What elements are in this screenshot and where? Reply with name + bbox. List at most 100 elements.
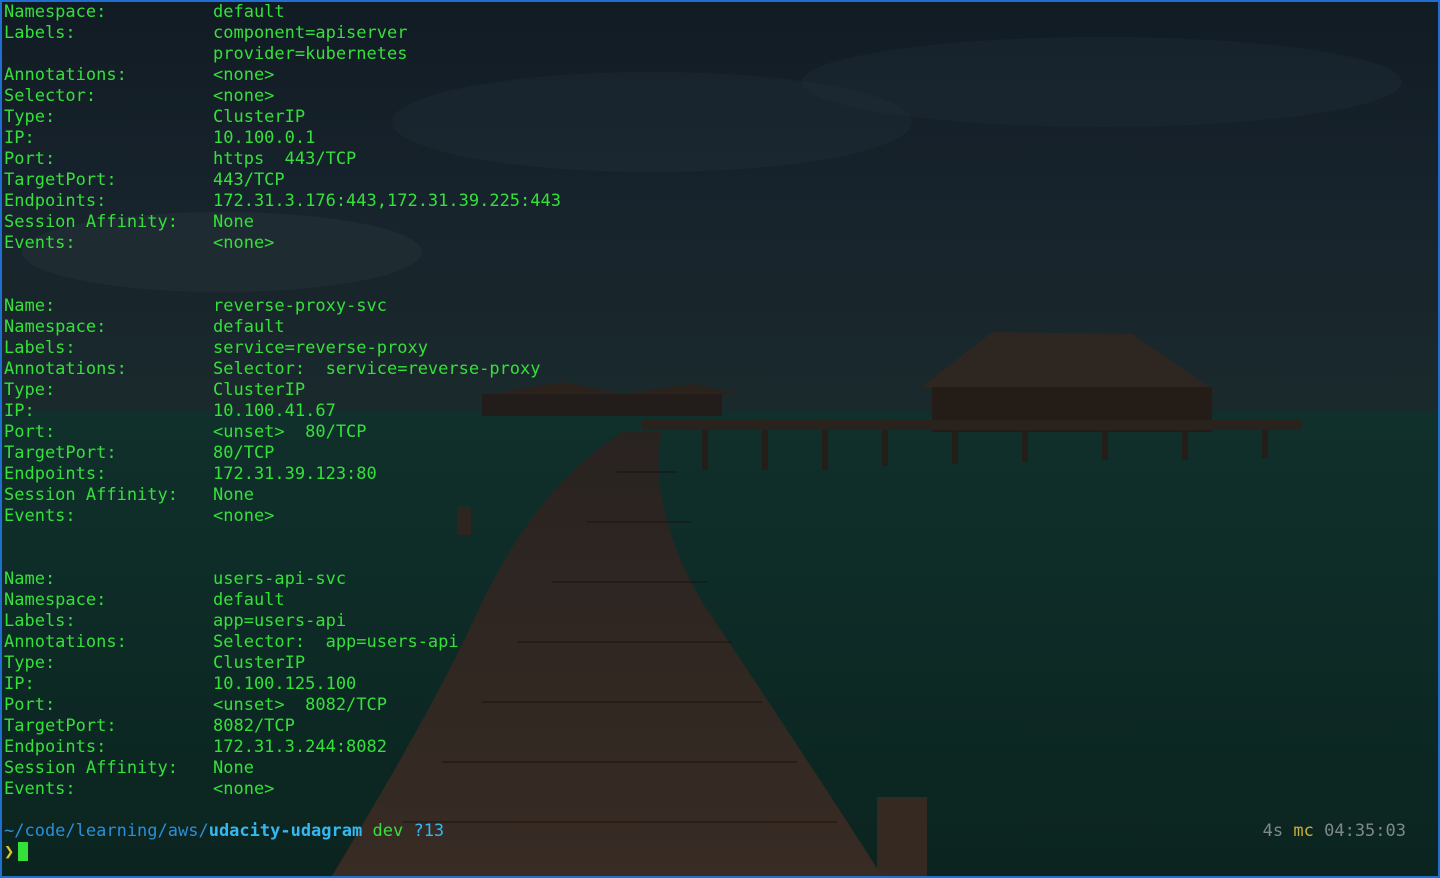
prompt-chevron-icon: ❯	[4, 842, 15, 862]
field-key: Annotations:	[4, 65, 127, 85]
output-line: provider=kubernetes	[4, 44, 1424, 65]
field-key: Name:	[4, 569, 56, 589]
field-key: Labels:	[4, 338, 76, 358]
field-value: 80/TCP	[213, 443, 275, 463]
output-line: Session Affinity: None	[4, 212, 1424, 233]
field-key: TargetPort:	[4, 716, 117, 736]
field-key: Annotations:	[4, 359, 127, 379]
command-input-line[interactable]: ❯	[4, 842, 1424, 863]
field-key: Session Affinity:	[4, 212, 178, 232]
output-line: Namespace: default	[4, 2, 1424, 23]
output-line: IP: 10.100.0.1	[4, 128, 1424, 149]
git-branch: dev	[372, 821, 404, 841]
output-line: Endpoints: 172.31.3.244:8082	[4, 737, 1424, 758]
field-key: Labels:	[4, 23, 76, 43]
field-value: <unset> 80/TCP	[213, 422, 367, 442]
field-value: 8082/TCP	[213, 716, 295, 736]
field-value: 10.100.0.1	[213, 128, 316, 148]
field-value: <none>	[213, 779, 275, 799]
field-key: TargetPort:	[4, 443, 117, 463]
field-value: <none>	[213, 506, 275, 526]
output-line: Session Affinity: None	[4, 758, 1424, 779]
field-key: Events:	[4, 506, 76, 526]
clock-time: 04:35:03	[1324, 821, 1406, 841]
prompt-status-line: ~/code/learning/aws/udacity-udagram dev …	[4, 821, 1424, 842]
text-cursor[interactable]	[18, 842, 29, 861]
output-line: Type: ClusterIP	[4, 380, 1424, 401]
field-value: users-api-svc	[213, 569, 347, 589]
field-key: IP:	[4, 401, 35, 421]
field-value: service=reverse-proxy	[213, 338, 428, 358]
field-value: default	[213, 2, 285, 22]
field-key: Annotations:	[4, 632, 127, 652]
field-key: Selector:	[4, 86, 97, 106]
field-value: None	[213, 212, 254, 232]
output-line: Name: users-api-svc	[4, 569, 1424, 590]
output-line: TargetPort: 443/TCP	[4, 170, 1424, 191]
field-key: Port:	[4, 422, 56, 442]
field-value: ClusterIP	[213, 653, 306, 673]
output-line: Name: reverse-proxy-svc	[4, 296, 1424, 317]
field-key: Type:	[4, 107, 56, 127]
field-value: 172.31.3.244:8082	[213, 737, 387, 757]
prompt-path-dir: udacity-udagram	[208, 821, 363, 841]
field-key: Name:	[4, 296, 56, 316]
field-value: 172.31.39.123:80	[213, 464, 377, 484]
output-line: Port: https 443/TCP	[4, 149, 1424, 170]
field-key: Port:	[4, 149, 56, 169]
output-line: Events: <none>	[4, 506, 1424, 527]
field-key: IP:	[4, 128, 35, 148]
terminal-window[interactable]: Namespace: default Labels: component=apise…	[0, 0, 1440, 878]
output-line: Annotations: <none>	[4, 65, 1424, 86]
field-key: Type:	[4, 380, 56, 400]
field-value: Selector: app=users-api	[213, 632, 459, 652]
field-value: app=users-api	[213, 611, 347, 631]
field-value: 443/TCP	[213, 170, 285, 190]
field-value: 10.100.41.67	[213, 401, 336, 421]
output-line: Endpoints: 172.31.3.176:443,172.31.39.225…	[4, 191, 1424, 212]
field-value: None	[213, 485, 254, 505]
output-line: Namespace: default	[4, 317, 1424, 338]
field-key: Port:	[4, 695, 56, 715]
output-line: Annotations: Selector: service=reverse-pr…	[4, 359, 1424, 380]
prompt-path-prefix: ~/code/learning/aws/	[4, 821, 209, 841]
field-key: Session Affinity:	[4, 758, 178, 778]
field-key: Session Affinity:	[4, 485, 178, 505]
field-key: Namespace:	[4, 317, 107, 337]
field-value: <none>	[213, 65, 275, 85]
field-key: Events:	[4, 233, 76, 253]
output-line: TargetPort: 80/TCP	[4, 443, 1424, 464]
field-key: Namespace:	[4, 590, 107, 610]
output-line: Annotations: Selector: app=users-api	[4, 632, 1424, 653]
output-line: IP: 10.100.41.67	[4, 401, 1424, 422]
field-key: Endpoints:	[4, 737, 107, 757]
output-line: Port: <unset> 8082/TCP	[4, 695, 1424, 716]
field-value: Selector: service=reverse-proxy	[213, 359, 541, 379]
field-value: provider=kubernetes	[213, 44, 408, 64]
output-line: IP: 10.100.125.100	[4, 674, 1424, 695]
field-key: IP:	[4, 674, 35, 694]
field-key: TargetPort:	[4, 170, 117, 190]
field-value: 10.100.125.100	[213, 674, 357, 694]
output-line: Session Affinity: None	[4, 485, 1424, 506]
field-key: Endpoints:	[4, 191, 107, 211]
field-value: ClusterIP	[213, 380, 306, 400]
command-duration: 4s	[1262, 821, 1284, 841]
field-key: Type:	[4, 653, 56, 673]
field-value: None	[213, 758, 254, 778]
field-value: <none>	[213, 86, 275, 106]
output-line: Events: <none>	[4, 779, 1424, 800]
output-line: Namespace: default	[4, 590, 1424, 611]
output-line: Type: ClusterIP	[4, 653, 1424, 674]
terminal-output: Namespace: default Labels: component=apise…	[4, 2, 1424, 863]
output-line: Endpoints: 172.31.39.123:80	[4, 464, 1424, 485]
field-key: Endpoints:	[4, 464, 107, 484]
right-prompt-status: 4s mc 04:35:03	[1263, 821, 1406, 842]
field-value: reverse-proxy-svc	[213, 296, 387, 316]
output-line: Selector: <none>	[4, 86, 1424, 107]
output-line: Labels: service=reverse-proxy	[4, 338, 1424, 359]
